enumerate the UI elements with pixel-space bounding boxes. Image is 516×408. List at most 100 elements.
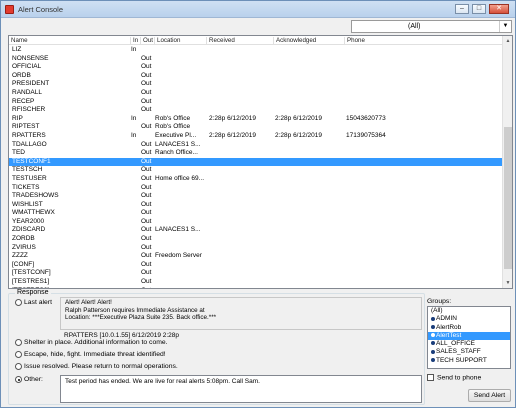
table-row[interactable]: OFFICIAL Out [9, 63, 503, 72]
chevron-down-icon[interactable]: ▼ [499, 21, 511, 32]
other-message-input[interactable]: Test period has ended. We are live for r… [60, 375, 422, 403]
escape-hide-fight-radio[interactable]: Escape, hide, fight. Immediate threat id… [15, 351, 166, 358]
scroll-up-icon[interactable]: ▲ [503, 36, 513, 46]
minimize-button[interactable]: – [455, 4, 469, 14]
column-header-name[interactable]: Name [9, 37, 131, 45]
cell-location: Home office 69... [155, 174, 205, 182]
groups-list[interactable]: (All) ADMIN AlertRob AlertTest ALL_OFFICE SAL… [427, 306, 511, 369]
cell-name: RFISCHER [12, 106, 46, 114]
table-row[interactable]: TDALLAGO Out LANACES1 S... [9, 141, 503, 150]
cell-name: [CONF] [12, 260, 35, 268]
cell-out: Out [141, 166, 152, 174]
table-row[interactable]: ZORDB Out [9, 235, 503, 244]
status-filter-select[interactable]: (All) ▼ [351, 20, 512, 33]
radio-icon[interactable] [15, 299, 22, 306]
group-label: AlertRob [436, 323, 462, 331]
table-row[interactable]: [CONF] Out [9, 261, 503, 270]
table-row[interactable]: TED Out Ranch Office... [9, 149, 503, 158]
table-row[interactable]: TICKETS Out [9, 184, 503, 193]
scrollbar-thumb[interactable] [504, 127, 512, 269]
table-row[interactable]: ZDISCARD Out LANACES1 S... [9, 226, 503, 235]
group-item[interactable]: AlertRob [428, 324, 510, 332]
maximize-button[interactable]: □ [472, 4, 486, 14]
cell-location: Rob's Office [155, 114, 191, 122]
column-header-location[interactable]: Location [155, 37, 207, 45]
shelter-in-place-radio[interactable]: Shelter in place. Additional information… [15, 339, 168, 346]
radio-icon[interactable] [15, 376, 22, 383]
cell-name: TDALLAGO [12, 140, 47, 148]
cell-name: RANDALL [12, 88, 42, 96]
table-row[interactable]: RIPTEST Out Rob's Office [9, 123, 503, 132]
table-row[interactable]: PRESIDENT Out [9, 80, 503, 89]
cell-out: Out [141, 54, 152, 62]
table-row[interactable]: RFISCHER Out [9, 106, 503, 115]
column-header-acknowledged[interactable]: Acknowledged [274, 37, 345, 45]
cell-location: Rob's Office [155, 123, 191, 131]
response-legend: Response [15, 289, 51, 296]
column-header-phone[interactable]: Phone [345, 37, 503, 45]
group-bullet-icon [431, 349, 435, 354]
table-row[interactable]: ORDB Out [9, 72, 503, 81]
column-header-in[interactable]: In [131, 37, 141, 45]
last-alert-line: Ralph Patterson requires Immediate Assis… [65, 306, 205, 314]
group-item[interactable]: AlertTest [428, 331, 510, 341]
table-row[interactable]: ZZZZ Out Freedom Server [9, 252, 503, 261]
last-alert-line: Alert! Alert! Alert! [65, 299, 112, 306]
option-label: Issue resolved. Please return to normal … [24, 363, 178, 370]
table-row[interactable]: RECEP Out [9, 98, 503, 107]
group-item[interactable]: TECH SUPPORT [428, 357, 510, 365]
cell-location: Freedom Server [155, 252, 202, 260]
table-row[interactable]: RANDALL Out [9, 89, 503, 98]
group-label: (All) [431, 307, 443, 314]
cell-name: ORDB [12, 71, 31, 79]
table-row[interactable]: TESTUSER Out Home office 69... [9, 175, 503, 184]
other-radio[interactable]: Other: [15, 376, 43, 383]
last-alert-text: Alert! Alert! Alert! Ralph Patterson req… [60, 297, 422, 330]
cell-out: Out [141, 217, 152, 225]
cell-received: 2:28p 6/12/2019 [209, 114, 256, 122]
radio-icon[interactable] [15, 363, 22, 370]
send-to-phone-checkbox[interactable]: Send to phone [427, 374, 481, 381]
close-button[interactable]: ✕ [489, 4, 509, 14]
group-label: TECH SUPPORT [436, 356, 487, 364]
table-row[interactable]: TESTSCH Out [9, 166, 503, 175]
group-item[interactable]: SALES_STAFF [428, 348, 510, 356]
cell-out: Out [141, 63, 152, 71]
table-row[interactable]: WISHLIST Out [9, 201, 503, 210]
vertical-scrollbar[interactable]: ▲ ▼ [502, 36, 512, 288]
table-row[interactable]: YEAR2000 Out [9, 218, 503, 227]
groups-label: Groups: [427, 298, 452, 305]
table-row[interactable]: WMATTHEWX Out [9, 209, 503, 218]
last-alert-radio[interactable]: Last alert [15, 299, 52, 306]
table-row[interactable]: [TESTCONF] Out [9, 269, 503, 278]
cell-out: Out [141, 278, 152, 286]
group-item[interactable]: ALL_OFFICE [428, 340, 510, 348]
table-row[interactable]: [TESTRES1] Out [9, 278, 503, 287]
table-row[interactable]: RIP In Rob's Office 2:28p 6/12/2019 2:28p 6/… [9, 115, 503, 124]
table-row[interactable]: TESTCONF1 Out [9, 157, 503, 167]
user-status-list[interactable]: Name In Out Location Received Acknowledg… [8, 35, 513, 289]
radio-icon[interactable] [15, 339, 22, 346]
table-row[interactable]: TRADESHOWS Out [9, 192, 503, 201]
scroll-down-icon[interactable]: ▼ [503, 278, 513, 288]
radio-icon[interactable] [15, 351, 22, 358]
group-bullet-icon [431, 341, 435, 346]
table-row[interactable]: RPATTERS In Executive Pl... 2:28p 6/12/2019… [9, 132, 503, 141]
group-label: ALL_OFFICE [436, 340, 476, 348]
table-row[interactable]: ZVIRUS Out [9, 244, 503, 253]
table-row[interactable]: NONSENSE Out [9, 55, 503, 64]
group-item[interactable]: ADMIN [428, 315, 510, 323]
table-row[interactable]: [TESTRES2] Out [9, 287, 503, 288]
issue-resolved-radio[interactable]: Issue resolved. Please return to normal … [15, 363, 178, 370]
table-row[interactable]: LIZ In [9, 46, 503, 55]
group-bullet-icon [431, 333, 435, 338]
column-header-out[interactable]: Out [141, 37, 155, 45]
group-label: ADMIN [436, 315, 457, 323]
group-item[interactable]: (All) [428, 307, 510, 315]
cell-out: Out [141, 71, 152, 79]
column-header-received[interactable]: Received [207, 37, 274, 45]
title-bar[interactable]: Alert Console – □ ✕ [1, 1, 515, 18]
cell-out: Out [141, 80, 152, 88]
checkbox-icon[interactable] [427, 374, 434, 381]
send-alert-button[interactable]: Send Alert [468, 389, 511, 402]
